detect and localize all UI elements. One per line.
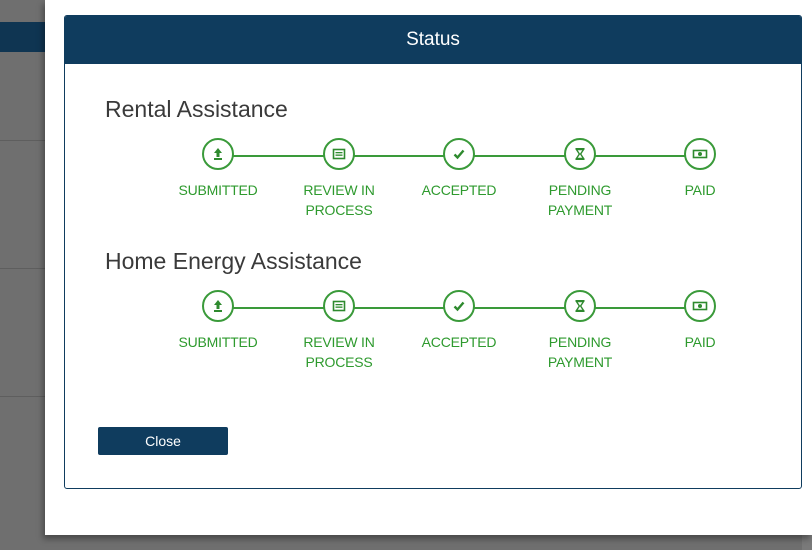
modal-header: Status	[65, 16, 801, 64]
background-divider	[0, 268, 50, 269]
step-label: SUBMITTED	[178, 334, 258, 350]
background-divider	[0, 396, 50, 397]
step-label: PENDING PAYMENT	[547, 334, 613, 370]
status-modal: Status Rental Assistance SUBMITTED REVIE…	[64, 15, 802, 489]
step-label: REVIEW IN PROCESS	[303, 334, 375, 370]
hourglass-icon	[564, 138, 596, 170]
document-icon	[323, 290, 355, 322]
step-label: SUBMITTED	[178, 182, 258, 198]
upload-icon	[202, 138, 234, 170]
step-pending-payment: PENDING PAYMENT	[520, 290, 640, 372]
status-tracker-home-energy-assistance: SUBMITTED REVIEW IN PROCESS ACCEPTED PEN…	[65, 290, 801, 400]
modal-title: Status	[406, 29, 460, 50]
step-label: PAID	[684, 182, 716, 198]
money-icon	[684, 290, 716, 322]
upload-icon	[202, 290, 234, 322]
step-label: REVIEW IN PROCESS	[303, 182, 375, 218]
close-button[interactable]: Close	[98, 427, 228, 455]
step-accepted: ACCEPTED	[399, 138, 519, 200]
step-label: ACCEPTED	[421, 334, 497, 350]
step-label: PAID	[684, 334, 716, 350]
hourglass-icon	[564, 290, 596, 322]
step-accepted: ACCEPTED	[399, 290, 519, 352]
checkmark-icon	[443, 290, 475, 322]
step-review-in-process: REVIEW IN PROCESS	[279, 290, 399, 372]
step-label: PENDING PAYMENT	[547, 182, 613, 218]
money-icon	[684, 138, 716, 170]
program-title-home-energy-assistance: Home Energy Assistance	[105, 248, 362, 274]
step-paid: PAID	[640, 138, 760, 200]
checkmark-icon	[443, 138, 475, 170]
background-divider	[0, 140, 50, 141]
document-icon	[323, 138, 355, 170]
step-submitted: SUBMITTED	[158, 290, 278, 352]
status-tracker-rental-assistance: SUBMITTED REVIEW IN PROCESS ACCEPTED PEN…	[65, 138, 801, 248]
step-pending-payment: PENDING PAYMENT	[520, 138, 640, 220]
step-label: ACCEPTED	[421, 182, 497, 198]
program-title-rental-assistance: Rental Assistance	[105, 96, 288, 122]
step-review-in-process: REVIEW IN PROCESS	[279, 138, 399, 220]
step-paid: PAID	[640, 290, 760, 352]
step-submitted: SUBMITTED	[158, 138, 278, 200]
